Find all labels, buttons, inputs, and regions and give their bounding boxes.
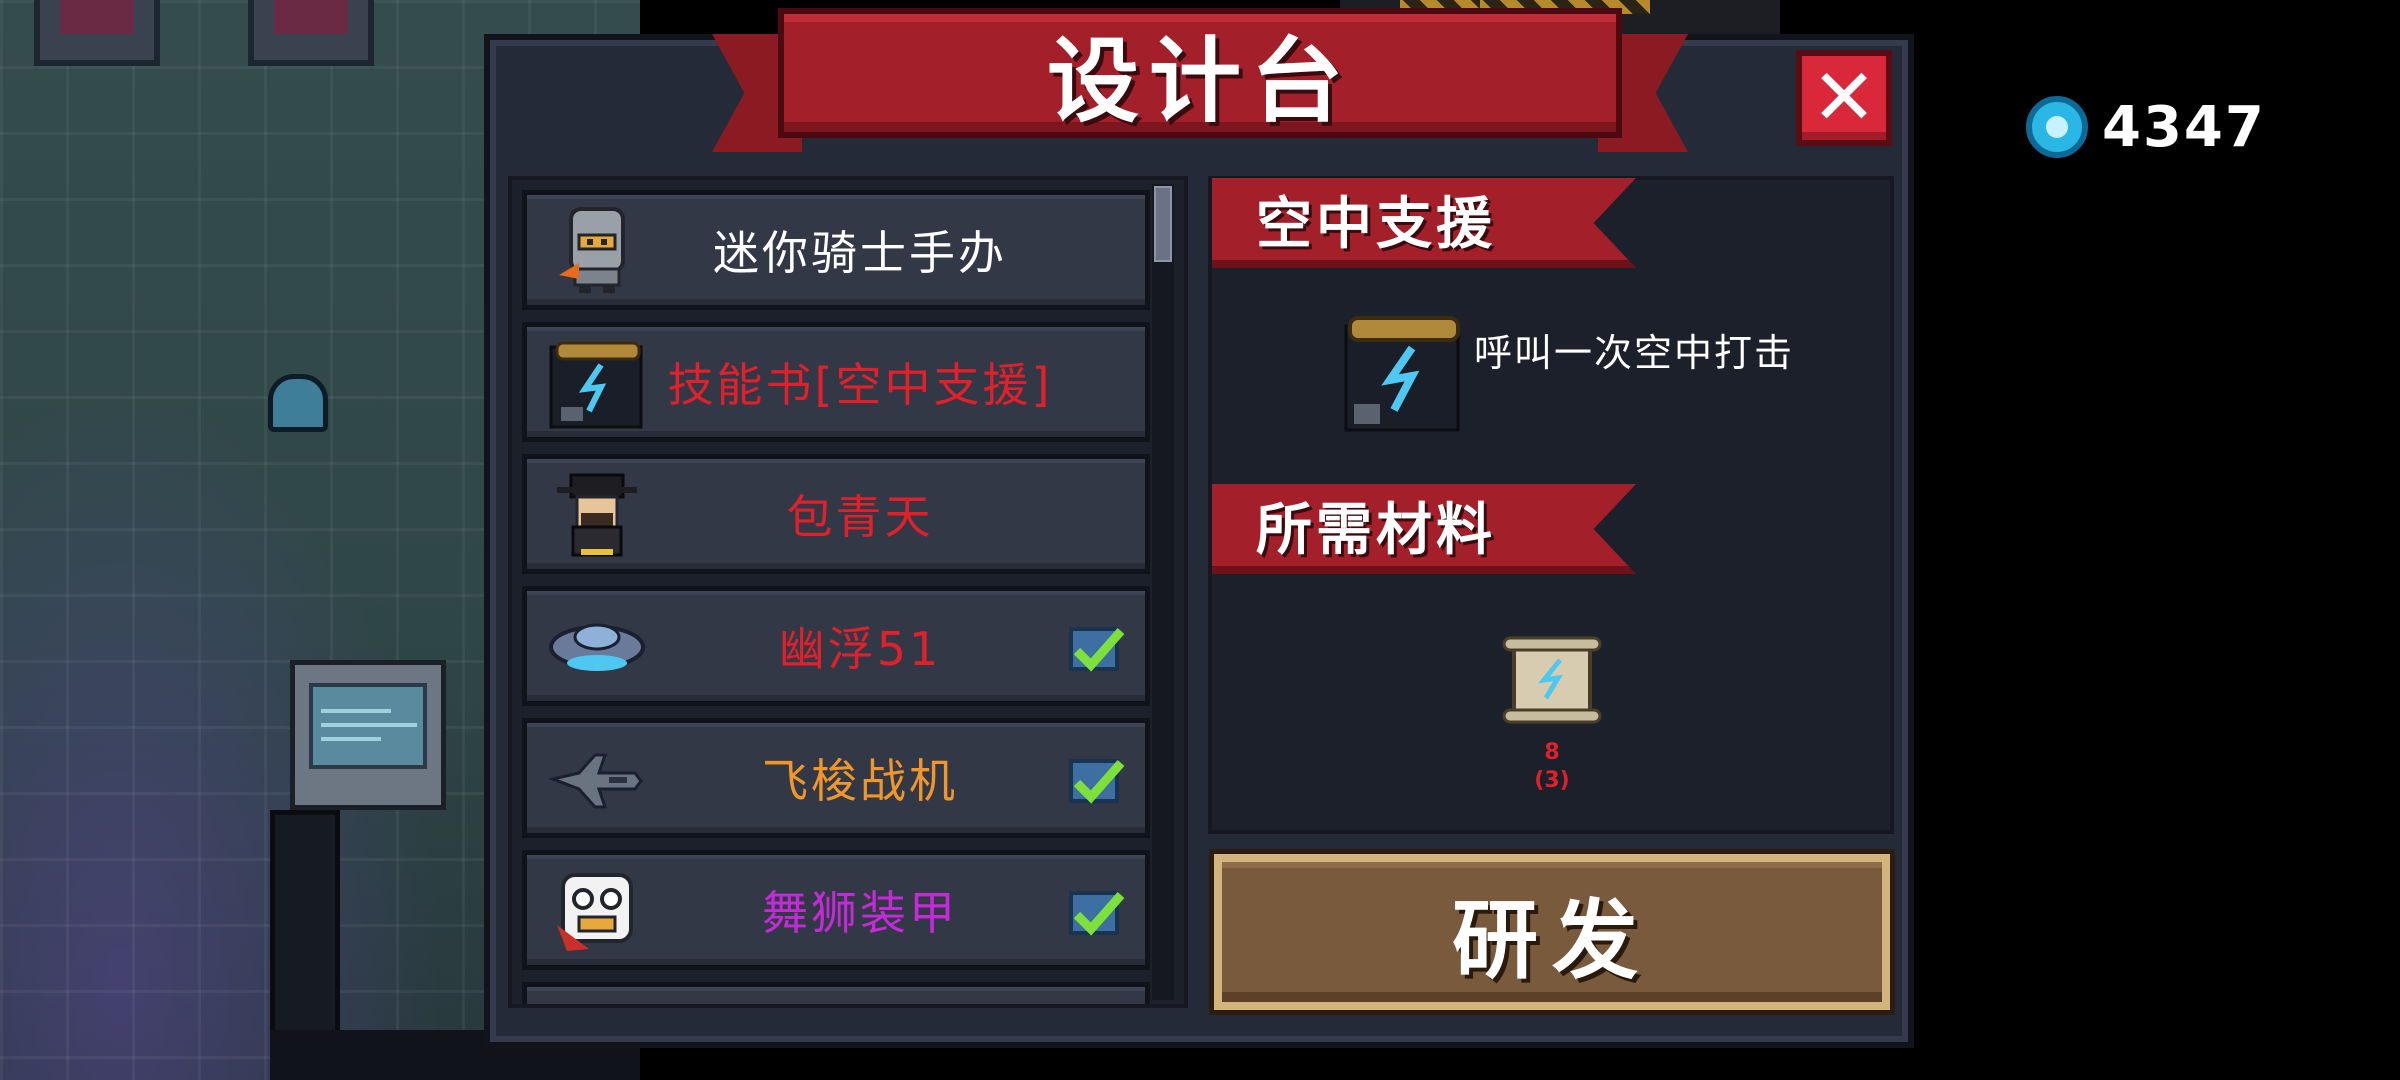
knight-figure-icon — [559, 207, 625, 293]
item-description: 呼叫一次空中打击 — [1474, 331, 1795, 375]
item-label: 包青天 — [786, 490, 934, 544]
material-required: (3) — [1534, 768, 1570, 793]
list-item[interactable] — [522, 982, 1150, 1004]
owned-checkbox — [1069, 759, 1125, 804]
close-button[interactable]: ✕ — [1796, 50, 1892, 146]
research-button[interactable]: 研发 — [1209, 849, 1895, 1015]
judge-bao-icon — [557, 473, 637, 557]
checkmark-icon — [1073, 892, 1125, 936]
list-item[interactable]: 迷你骑士手办 — [522, 190, 1150, 310]
item-label: 迷你骑士手办 — [713, 226, 1007, 280]
computer-terminal — [290, 660, 446, 810]
fighter-jet-icon — [549, 753, 643, 809]
blueprint-list[interactable]: 迷你骑士手办 技能书[空中支援] 包青天 幽浮51 飞梭战机 舞狮装甲 — [508, 176, 1188, 1008]
skill-book-icon — [549, 341, 643, 429]
materials-heading: 所需材料 — [1212, 484, 1636, 574]
checkmark-icon — [1073, 628, 1125, 672]
item-label: 幽浮51 — [778, 622, 942, 676]
item-name-ribbon: 空中支援 — [1212, 178, 1636, 268]
scrollbar-thumb[interactable] — [1154, 186, 1172, 262]
close-icon: ✕ — [1811, 53, 1877, 143]
skill-book-icon — [1344, 316, 1460, 432]
owned-checkbox — [1069, 627, 1125, 672]
capsule-machine — [248, 0, 374, 66]
list-item[interactable]: 幽浮51 — [522, 586, 1150, 706]
list-item[interactable]: 舞狮装甲 — [522, 850, 1150, 970]
lion-dance-icon — [557, 873, 633, 951]
material-owned: 8 — [1544, 740, 1560, 765]
gem-count: 4347 — [2102, 94, 2266, 160]
checkmark-icon — [1073, 760, 1125, 804]
page-title: 设计台 — [1046, 27, 1353, 135]
list-item[interactable]: 飞梭战机 — [522, 718, 1150, 838]
ghost-pet — [268, 374, 328, 432]
owned-checkbox — [1069, 891, 1125, 936]
item-label: 舞狮装甲 — [762, 886, 958, 940]
list-item[interactable]: 技能书[空中支援] — [522, 322, 1150, 442]
item-label: 飞梭战机 — [762, 754, 958, 808]
list-scrollbar[interactable] — [1152, 184, 1174, 1000]
blueprint-scroll-icon — [1502, 636, 1602, 724]
title-banner: 设计台 — [778, 8, 1622, 138]
ufo-icon — [549, 623, 645, 671]
item-label: 技能书[空中支援] — [667, 358, 1053, 412]
list-item[interactable]: 包青天 — [522, 454, 1150, 574]
currency-display: 4347 — [2026, 92, 2266, 162]
gem-icon — [2026, 96, 2088, 158]
capsule-machine — [34, 0, 160, 66]
